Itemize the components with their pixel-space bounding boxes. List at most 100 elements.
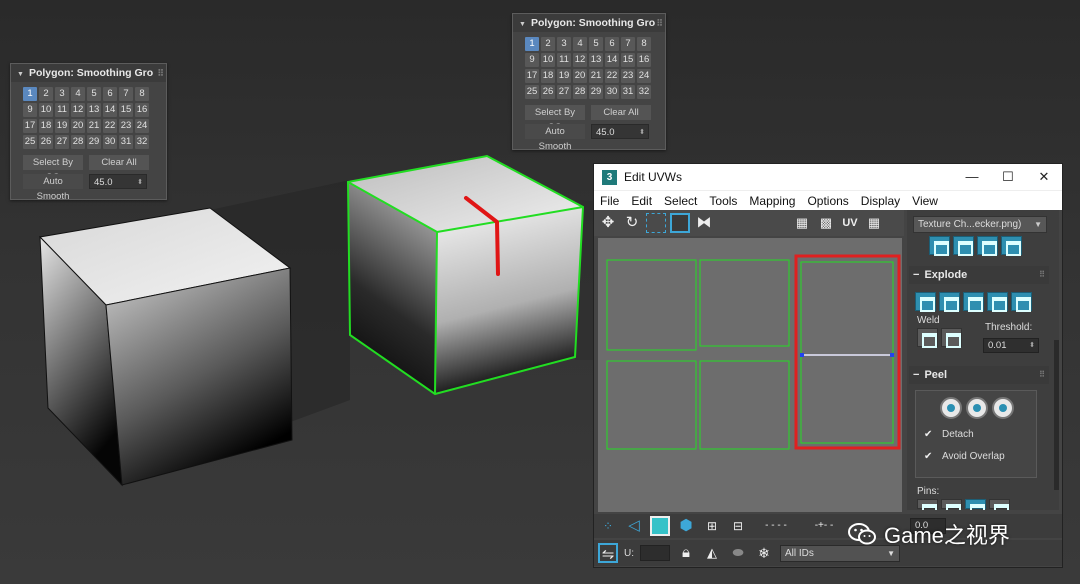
- smoothing-group-button[interactable]: 2: [39, 87, 53, 101]
- smoothing-group-button[interactable]: 31: [621, 85, 635, 99]
- smoothing-group-button[interactable]: 30: [103, 135, 117, 149]
- smoothing-group-button[interactable]: 24: [135, 119, 149, 133]
- menu-select[interactable]: Select: [664, 194, 697, 208]
- smoothing-group-button[interactable]: 20: [71, 119, 85, 133]
- smoothing-group-button[interactable]: 21: [589, 69, 603, 83]
- panel-scrollbar[interactable]: [1054, 340, 1059, 490]
- smoothing-group-button[interactable]: 29: [87, 135, 101, 149]
- smoothing-group-button[interactable]: 5: [87, 87, 101, 101]
- smoothing-group-button[interactable]: 19: [55, 119, 69, 133]
- smoothing-group-button[interactable]: 18: [39, 119, 53, 133]
- weld-selected-icon[interactable]: [917, 328, 938, 348]
- pin-edge-icon[interactable]: [989, 499, 1010, 510]
- auto-pin-icon[interactable]: [965, 499, 986, 510]
- shrink-selection-icon[interactable]: ⊟: [728, 516, 748, 536]
- smoothing-group-button[interactable]: 17: [525, 69, 539, 83]
- smoothing-group-button[interactable]: 21: [87, 119, 101, 133]
- clear-all-button[interactable]: Clear All: [89, 155, 149, 170]
- smoothing-group-button[interactable]: 10: [39, 103, 53, 117]
- clear-all-button[interactable]: Clear All: [591, 105, 651, 120]
- detach-edge-icon[interactable]: [939, 292, 960, 312]
- smoothing-group-button[interactable]: 29: [589, 85, 603, 99]
- smoothing-group-button[interactable]: 7: [621, 37, 635, 51]
- mirror-icon[interactable]: ⧓: [694, 213, 714, 233]
- smoothing-group-button[interactable]: 6: [605, 37, 619, 51]
- auto-smooth-threshold-spinner[interactable]: 45.0 ⬍: [591, 124, 649, 139]
- smoothing-group-button[interactable]: 30: [605, 85, 619, 99]
- visibility-icon[interactable]: ◭: [702, 543, 722, 563]
- smoothing-group-button[interactable]: 2: [541, 37, 555, 51]
- texture-dropdown[interactable]: Texture Ch...ecker.png) ▼: [913, 216, 1047, 233]
- u-coordinate-field[interactable]: [640, 545, 670, 561]
- smoothing-group-button[interactable]: 11: [55, 103, 69, 117]
- smoothing-group-button[interactable]: 23: [621, 69, 635, 83]
- loop-selection-icon[interactable]: -+- -: [804, 516, 844, 536]
- detach-checkbox[interactable]: ✔: [924, 429, 934, 440]
- smoothing-group-button[interactable]: 4: [573, 37, 587, 51]
- unpin-icon[interactable]: [941, 499, 962, 510]
- checker-icon[interactable]: ▦: [792, 213, 812, 233]
- panel-title[interactable]: ▼ Polygon: Smoothing Gro ⠿: [513, 14, 665, 32]
- peel-mode-icon[interactable]: [966, 397, 988, 419]
- menu-file[interactable]: File: [600, 194, 619, 208]
- smoothing-group-button[interactable]: 9: [525, 53, 539, 67]
- flatten-by-material-icon[interactable]: [987, 292, 1008, 312]
- collapse-arrow-icon[interactable]: ▼: [519, 21, 526, 28]
- menu-mapping[interactable]: Mapping: [749, 194, 795, 208]
- edge-mode-icon[interactable]: ◁: [624, 516, 644, 536]
- smoothing-group-button[interactable]: 1: [525, 37, 539, 51]
- move-icon[interactable]: ✥: [598, 213, 618, 233]
- vertex-mode-icon[interactable]: ⁘: [598, 516, 618, 536]
- flatten-by-polygon-icon[interactable]: [1011, 292, 1032, 312]
- arrange-icon[interactable]: [929, 236, 950, 256]
- pack-icon[interactable]: [953, 236, 974, 256]
- pack-normalize-icon[interactable]: [1001, 236, 1022, 256]
- select-by-sg-button[interactable]: Select By SG: [525, 105, 585, 133]
- grow-selection-icon[interactable]: ⊞: [702, 516, 722, 536]
- reset-peel-icon[interactable]: [992, 397, 1014, 419]
- smoothing-group-button[interactable]: 27: [55, 135, 69, 149]
- smoothing-group-button[interactable]: 10: [541, 53, 555, 67]
- auto-smooth-button[interactable]: Auto Smooth: [525, 124, 585, 152]
- smoothing-group-button[interactable]: 17: [23, 119, 37, 133]
- smoothing-group-button[interactable]: 11: [557, 53, 571, 67]
- smoothing-group-button[interactable]: 14: [103, 103, 117, 117]
- rotate-icon[interactable]: ↻: [622, 213, 642, 233]
- menu-edit[interactable]: Edit: [631, 194, 652, 208]
- smoothing-group-button[interactable]: 12: [573, 53, 587, 67]
- detach-option[interactable]: ✔ Detach: [924, 429, 974, 440]
- smoothing-group-button[interactable]: 25: [525, 85, 539, 99]
- smoothing-group-button[interactable]: 23: [119, 119, 133, 133]
- smoothing-group-button[interactable]: 13: [589, 53, 603, 67]
- smoothing-group-button[interactable]: 12: [71, 103, 85, 117]
- texture-settings-icon[interactable]: ▦: [864, 213, 884, 233]
- pin-icon[interactable]: [917, 499, 938, 510]
- flatten-by-smoothing-icon[interactable]: [963, 292, 984, 312]
- smoothing-group-button[interactable]: 8: [135, 87, 149, 101]
- smoothing-group-button[interactable]: 3: [557, 37, 571, 51]
- avoid-overlap-checkbox[interactable]: ✔: [924, 451, 934, 462]
- auto-smooth-button[interactable]: Auto Smooth: [23, 174, 83, 202]
- spinner-arrows-icon[interactable]: ⬍: [639, 125, 645, 140]
- spinner-arrows-icon[interactable]: ⬍: [1029, 339, 1035, 352]
- smoothing-group-button[interactable]: 15: [119, 103, 133, 117]
- spinner-arrows-icon[interactable]: ⬍: [137, 175, 143, 190]
- pack-together-icon[interactable]: [977, 236, 998, 256]
- smoothing-group-button[interactable]: 1: [23, 87, 37, 101]
- absolute-mode-icon[interactable]: ⇋: [598, 543, 618, 563]
- scale-icon[interactable]: [646, 213, 666, 233]
- smoothing-group-button[interactable]: 18: [541, 69, 555, 83]
- avoid-overlap-option[interactable]: ✔ Avoid Overlap: [924, 451, 1005, 462]
- drag-grip-icon[interactable]: ⠿: [157, 64, 164, 82]
- smoothing-group-button[interactable]: 5: [589, 37, 603, 51]
- drag-grip-icon[interactable]: ⠿: [656, 14, 663, 32]
- smoothing-group-button[interactable]: 32: [135, 135, 149, 149]
- smoothing-group-button[interactable]: 13: [87, 103, 101, 117]
- smoothing-group-button[interactable]: 8: [637, 37, 651, 51]
- maximize-button[interactable]: ☐: [990, 164, 1026, 190]
- freeform-mode-icon[interactable]: [670, 213, 690, 233]
- smoothing-group-button[interactable]: 4: [71, 87, 85, 101]
- smoothing-group-button[interactable]: 9: [23, 103, 37, 117]
- smoothing-group-button[interactable]: 7: [119, 87, 133, 101]
- smoothing-group-button[interactable]: 22: [103, 119, 117, 133]
